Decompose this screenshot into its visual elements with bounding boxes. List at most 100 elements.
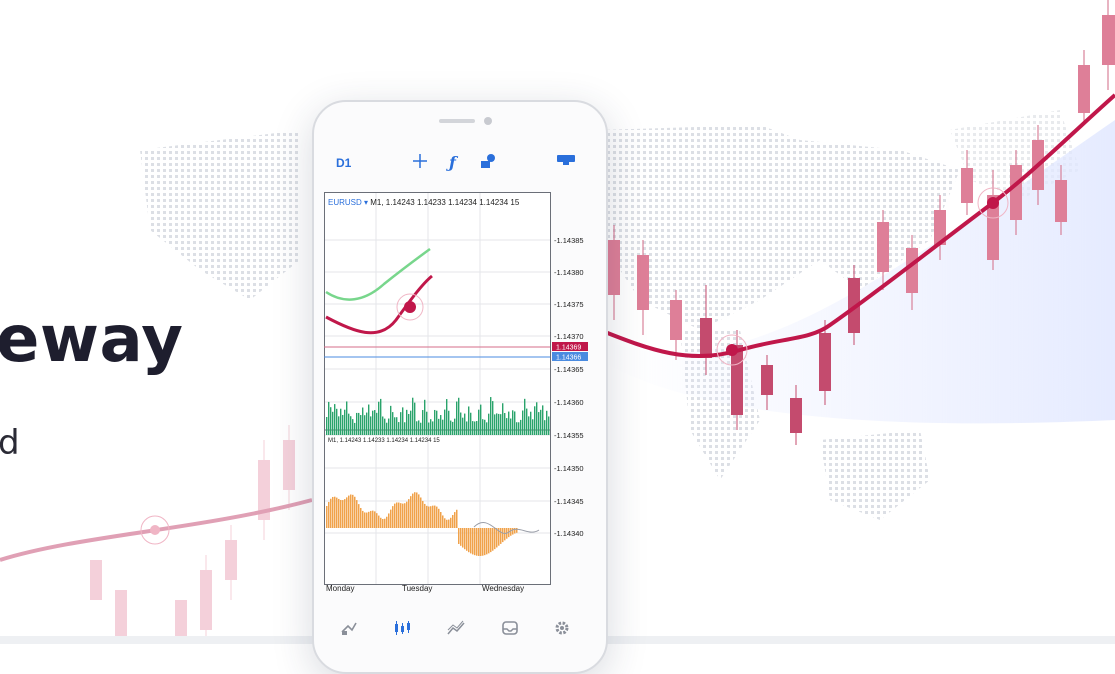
oscillator-bar	[470, 528, 472, 554]
oscillator-bar	[468, 528, 470, 553]
indicators-icon[interactable]: ƒ	[449, 153, 456, 172]
oscillator-bar	[388, 513, 390, 528]
oscillator-bar	[362, 510, 364, 528]
oscillator-bar	[478, 528, 480, 556]
volume-bar	[504, 413, 506, 435]
oscillator-bar	[348, 495, 350, 528]
volume-bar	[402, 407, 404, 435]
trade-icon[interactable]	[556, 153, 576, 172]
volume-bar	[532, 419, 534, 435]
volume-bar	[546, 410, 548, 435]
volume-bar	[488, 413, 490, 435]
oscillator-bar	[344, 499, 346, 528]
oscillator-bar	[504, 528, 506, 541]
volume-bar	[334, 404, 336, 435]
price-tick-label: -1.14350	[554, 464, 584, 473]
volume-bar	[530, 411, 532, 435]
volume-bar	[410, 410, 412, 435]
oscillator-bar	[366, 512, 368, 528]
price-tick-label: -1.14370	[554, 332, 584, 341]
oscillator-bar	[482, 528, 484, 556]
volume-bar	[422, 410, 424, 435]
volume-bar	[404, 422, 406, 435]
volume-bar	[536, 402, 538, 435]
oscillator-bar	[350, 494, 352, 528]
trade-tab-icon[interactable]	[447, 620, 465, 639]
volume-bar	[482, 419, 484, 435]
bottom-tabbar	[314, 614, 606, 646]
oscillator-bar	[476, 528, 478, 556]
symbol-header[interactable]: EURUSD ▾ M1, 1.14243 1.14233 1.14234 1.1…	[328, 198, 519, 207]
volume-bar	[512, 410, 514, 435]
volume-bar	[414, 402, 416, 435]
oscillator-bar	[332, 496, 334, 528]
day-label: Monday	[326, 584, 355, 593]
oscillator-bar	[384, 518, 386, 528]
volume-bar	[392, 412, 394, 435]
oscillator-bar	[460, 528, 462, 546]
quotes-icon[interactable]	[340, 620, 358, 639]
oscillator-bar	[456, 509, 458, 528]
objects-icon[interactable]	[480, 153, 498, 174]
oscillator-bar	[496, 528, 498, 548]
day-label: Tuesday	[402, 584, 433, 593]
phone-camera	[484, 117, 492, 125]
volume-bar	[326, 417, 328, 435]
volume-bar	[438, 418, 440, 435]
chart-panel[interactable]: 1.14369 1.14366 -1.14385 -1.14380 -1.14375…	[324, 192, 596, 593]
volume-bar	[508, 411, 510, 435]
phone-speaker	[439, 119, 475, 123]
crosshair-icon[interactable]	[412, 153, 428, 174]
volume-bar	[396, 417, 398, 435]
volume-bar	[332, 411, 334, 435]
volume-bar	[378, 401, 380, 435]
volume-bar	[412, 397, 414, 435]
volume-bar	[484, 419, 486, 435]
volume-bar	[384, 418, 386, 435]
volume-bar	[388, 418, 390, 435]
settings-gear-icon[interactable]	[554, 620, 570, 639]
volume-bar	[492, 401, 494, 435]
oscillator-bar	[352, 494, 354, 528]
oscillator-bar	[438, 508, 440, 528]
symbol-name[interactable]: EURUSD	[328, 198, 362, 207]
volume-bar	[366, 412, 368, 435]
oscillator-bar	[328, 501, 330, 528]
oscillator-bar	[454, 512, 456, 528]
oscillator-bar	[514, 528, 516, 534]
price-tick-label: -1.14365	[554, 365, 584, 374]
volume-bar	[454, 418, 456, 435]
oscillator-bar	[378, 515, 380, 528]
volume-bar	[338, 416, 340, 435]
history-tab-icon[interactable]	[501, 620, 519, 639]
volume-bar	[538, 412, 540, 435]
oscillator-bar	[440, 512, 442, 528]
volume-bar	[486, 422, 488, 435]
chart-canvas: 1.14369 1.14366 -1.14385 -1.14380 -1.14375…	[324, 192, 588, 585]
oscillator-bar	[382, 519, 384, 528]
timeframe-button[interactable]: D1	[336, 156, 351, 170]
volume-bar	[336, 408, 338, 435]
volume-bar	[480, 404, 482, 435]
volume-bar	[514, 411, 516, 435]
oscillator-bar	[398, 502, 400, 528]
oscillator-bar	[462, 528, 464, 548]
volume-bar	[418, 420, 420, 435]
oscillator-bar	[372, 510, 374, 528]
volume-bar	[502, 403, 504, 435]
volume-bar	[348, 413, 350, 435]
price-tick-label: -1.14380	[554, 268, 584, 277]
ask-price: 1.14366	[556, 355, 581, 362]
oscillator-bar	[406, 501, 408, 528]
oscillator-bar	[480, 528, 482, 556]
chart-tab-icon[interactable]	[393, 620, 411, 639]
volume-bar	[522, 410, 524, 435]
price-tick-label: -1.14355	[554, 431, 584, 440]
symbol-dropdown-icon[interactable]: ▾	[362, 198, 370, 207]
oscillator-bar	[360, 507, 362, 528]
volume-bar	[534, 406, 536, 435]
volume-bar	[520, 419, 522, 435]
volume-bar	[350, 416, 352, 435]
chart-toolbar: D1 ƒ	[314, 150, 606, 178]
volume-bar	[466, 421, 468, 435]
